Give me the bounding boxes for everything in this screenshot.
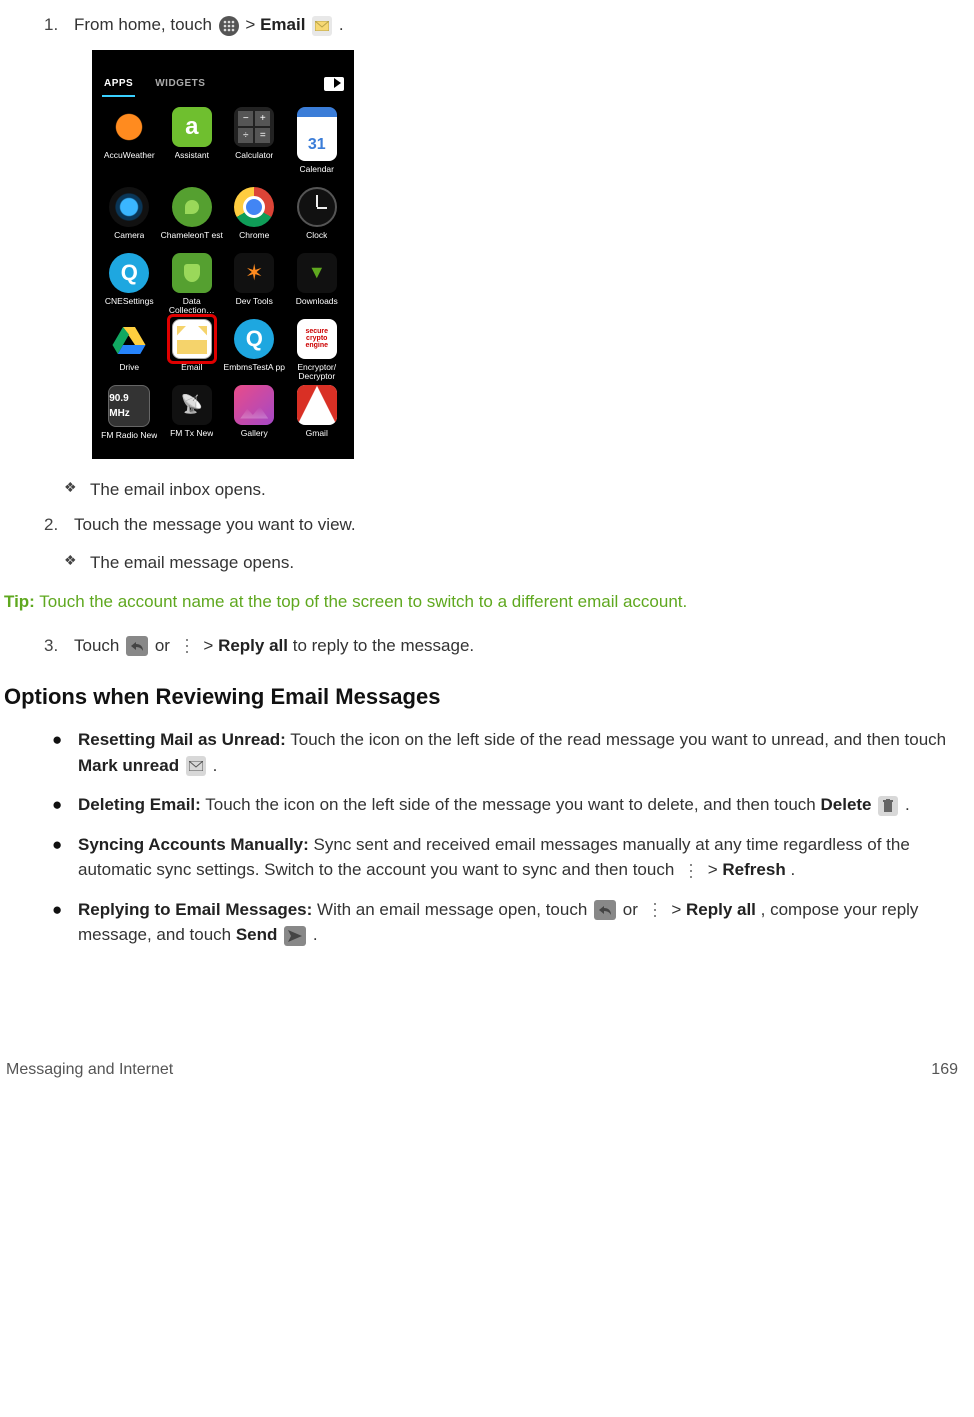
mark-unread-icon — [186, 756, 206, 776]
step-3-gt: > — [203, 636, 218, 655]
opt3-heading: Syncing Accounts Manually: — [78, 835, 309, 854]
page-footer: Messaging and Internet 169 — [4, 1058, 964, 1082]
send-icon — [284, 926, 306, 946]
option-unread: ● Resetting Mail as Unread: Touch the ic… — [52, 727, 964, 778]
app-calculator: −+÷=Calculator — [223, 107, 286, 185]
app-drive: Drive — [98, 319, 161, 383]
section-heading: Options when Reviewing Email Messages — [4, 680, 964, 713]
result-2-text: The email message opens. — [90, 550, 964, 576]
app-email-highlighted: Email — [161, 319, 224, 383]
step-3-replyall: Reply all — [218, 636, 288, 655]
result-1: ❖ The email inbox opens. — [64, 477, 964, 503]
email-icon — [312, 16, 332, 36]
overflow-menu-icon — [177, 636, 197, 656]
option-reply: ● Replying to Email Messages: With an em… — [52, 897, 964, 948]
tab-apps: APPS — [102, 72, 135, 97]
step-1-body: From home, touch > Email . — [74, 12, 964, 38]
app-accuweather: AccuWeather — [98, 107, 161, 185]
footer-page: 169 — [931, 1058, 958, 1082]
opt4-period: . — [313, 925, 318, 944]
app-assistant: aAssistant — [161, 107, 224, 185]
opt3-period: . — [790, 860, 795, 879]
tab-widgets: WIDGETS — [153, 72, 207, 97]
opt2-heading: Deleting Email: — [78, 795, 201, 814]
opt1-mark: Mark unread — [78, 756, 179, 775]
opt1-t1: Touch the icon on the left side of the r… — [290, 730, 946, 749]
opt2-t1: Touch the icon on the left side of the m… — [205, 795, 820, 814]
step-1-email: Email — [260, 15, 305, 34]
option-delete: ● Deleting Email: Touch the icon on the … — [52, 792, 964, 818]
phone-app-grid: AccuWeather aAssistant −+÷=Calculator 31… — [92, 101, 354, 453]
step-3: 3. Touch or > Reply all to reply to the … — [44, 633, 964, 659]
step-2-number: 2. — [44, 512, 74, 538]
app-devtools: Dev Tools — [223, 253, 286, 317]
app-calendar: 31Calendar — [286, 107, 349, 185]
app-cnesettings: QCNESettings — [98, 253, 161, 317]
tip-line: Tip: Touch the account name at the top o… — [4, 589, 964, 615]
step-1-number: 1. — [44, 12, 74, 38]
phone-tabs: APPS WIDGETS — [92, 68, 354, 101]
step-2: 2. Touch the message you want to view. — [44, 512, 964, 538]
phone-screenshot: APPS WIDGETS AccuWeather aAssistant −+÷=… — [92, 50, 354, 459]
opt4-send: Send — [236, 925, 278, 944]
bullet: ● — [52, 897, 78, 948]
step-3-or: or — [155, 636, 175, 655]
app-fmradio: 90.9 MHzFM Radio New — [98, 385, 161, 451]
phone-status-bar — [92, 50, 354, 68]
opt4-heading: Replying to Email Messages: — [78, 900, 312, 919]
app-chameleontest: ChameleonT est — [161, 187, 224, 251]
opt3-refresh: Refresh — [722, 860, 785, 879]
delete-icon — [878, 796, 898, 816]
app-clock: Clock — [286, 187, 349, 251]
overflow-menu-icon — [681, 861, 701, 881]
opt4-or: or — [623, 900, 643, 919]
diamond-bullet: ❖ — [64, 477, 90, 503]
bullet: ● — [52, 727, 78, 778]
step-1-gt: > — [245, 15, 260, 34]
bullet: ● — [52, 832, 78, 883]
result-1-text: The email inbox opens. — [90, 477, 964, 503]
reply-icon — [126, 636, 148, 656]
opt1-period: . — [213, 756, 218, 775]
app-gallery: Gallery — [223, 385, 286, 451]
app-downloads: Downloads — [286, 253, 349, 317]
opt4-t1: With an email message open, touch — [317, 900, 592, 919]
tip-text: Touch the account name at the top of the… — [39, 592, 687, 611]
app-encryptor: secure crypto engineEncryptor/ Decryptor — [286, 319, 349, 383]
app-camera: Camera — [98, 187, 161, 251]
apps-icon — [219, 16, 239, 36]
step-3-number: 3. — [44, 633, 74, 659]
opt2-period: . — [905, 795, 910, 814]
step-3-t1: Touch — [74, 636, 124, 655]
reply-icon — [594, 900, 616, 920]
step-1-period: . — [339, 15, 344, 34]
overflow-menu-icon — [645, 900, 665, 920]
app-chrome: Chrome — [223, 187, 286, 251]
tip-label: Tip: — [4, 592, 35, 611]
play-store-icon — [324, 77, 344, 91]
option-sync: ● Syncing Accounts Manually: Sync sent a… — [52, 832, 964, 883]
step-3-t2: to reply to the message. — [293, 636, 474, 655]
app-fmtx: FM Tx New — [161, 385, 224, 451]
result-2: ❖ The email message opens. — [64, 550, 964, 576]
bullet: ● — [52, 792, 78, 818]
opt2-del: Delete — [820, 795, 871, 814]
step-2-text: Touch the message you want to view. — [74, 512, 964, 538]
step-1: 1. From home, touch > Email . — [44, 12, 964, 38]
app-embmstestapp: QEmbmsTestA pp — [223, 319, 286, 383]
opt3-gt: > — [708, 860, 723, 879]
opt4-gt: > — [671, 900, 686, 919]
app-gmail: Gmail — [286, 385, 349, 451]
diamond-bullet: ❖ — [64, 550, 90, 576]
step-1-text: From home, touch — [74, 15, 217, 34]
opt1-heading: Resetting Mail as Unread: — [78, 730, 286, 749]
footer-section: Messaging and Internet — [6, 1058, 173, 1082]
step-3-body: Touch or > Reply all to reply to the mes… — [74, 633, 964, 659]
opt4-replyall: Reply all — [686, 900, 756, 919]
app-datacollection: Data Collection… — [161, 253, 224, 317]
